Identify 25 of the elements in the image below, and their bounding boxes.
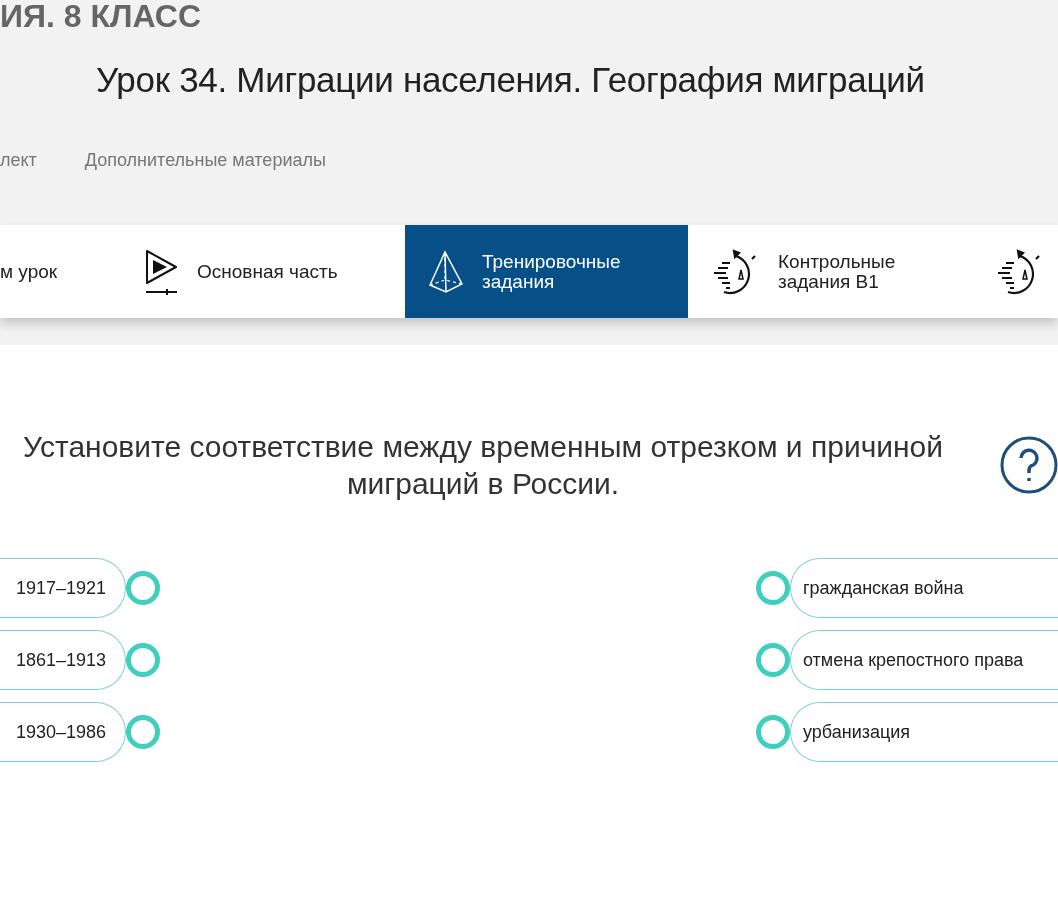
connector-handle[interactable]	[126, 571, 160, 605]
help-icon[interactable]	[1000, 436, 1058, 494]
nav-link[interactable]: лект	[0, 150, 37, 171]
lesson-tab[interactable]: Контрольные задания В1	[688, 225, 975, 318]
match-option[interactable]: отмена крепостного права	[790, 630, 1058, 690]
lesson-tab[interactable]: Основная часть	[115, 225, 405, 318]
lesson-tab[interactable]: Тренировочные задания	[405, 225, 688, 318]
question-text: Установите соответствие между временным отрезком и причиной миграций в России.	[21, 429, 945, 502]
lesson-title: Урок 34. Миграции населения. География миграций	[96, 60, 925, 100]
lesson-tab[interactable]: м урок	[0, 225, 115, 318]
match-option[interactable]: гражданская война	[790, 558, 1058, 618]
connector-handle[interactable]	[756, 643, 790, 677]
match-option[interactable]: урбанизация	[790, 702, 1058, 762]
nav-link[interactable]: Дополнительные материалы	[84, 150, 326, 171]
connector-handle[interactable]	[756, 715, 790, 749]
match-option[interactable]: 1917–1921	[0, 558, 126, 618]
pyramid-icon	[428, 249, 464, 294]
course-title: ИЯ. 8 КЛАСС	[0, 0, 201, 32]
lesson-tab[interactable]	[975, 225, 1058, 318]
match-option[interactable]: 1930–1986	[0, 702, 126, 762]
connector-handle[interactable]	[756, 571, 790, 605]
connector-handle[interactable]	[126, 715, 160, 749]
match-option[interactable]: 1861–1913	[0, 630, 126, 690]
play-icon	[145, 248, 179, 295]
connector-handle[interactable]	[126, 643, 160, 677]
